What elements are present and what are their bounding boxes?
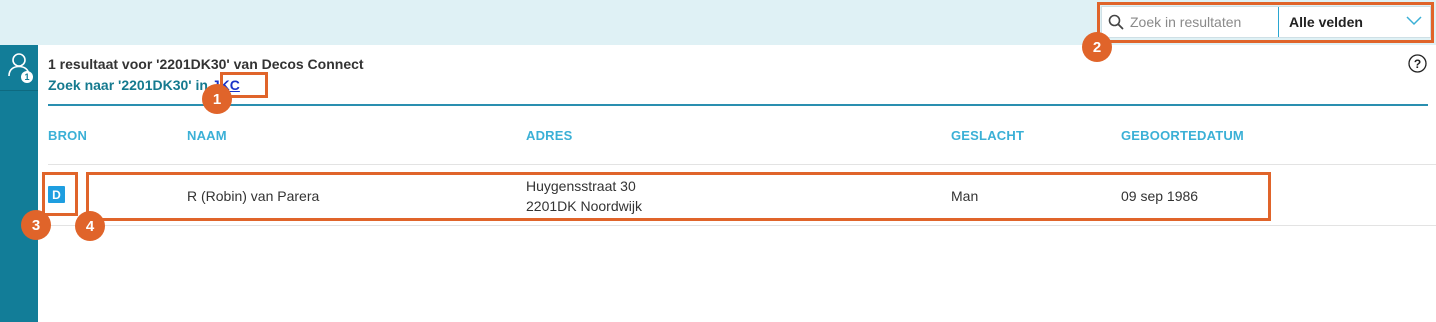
table-header-divider <box>48 164 1436 165</box>
column-header-naam[interactable]: NAAM <box>187 128 227 143</box>
annotation-marker-2: 2 <box>1082 32 1112 62</box>
search-for-prefix: Zoek naar '2201DK30' in <box>48 77 208 93</box>
column-header-geslacht[interactable]: GESLACHT <box>951 128 1024 143</box>
table-row-divider <box>48 225 1436 226</box>
annotation-box-4 <box>86 172 1271 221</box>
svg-text:?: ? <box>1414 57 1421 71</box>
annotation-box-3 <box>42 172 78 216</box>
header-divider <box>48 104 1428 106</box>
help-icon[interactable]: ? <box>1408 54 1427 73</box>
annotation-marker-4: 4 <box>75 211 105 241</box>
sidebar: 1 <box>0 45 38 322</box>
annotation-box-2 <box>1097 2 1434 43</box>
sidebar-item-user[interactable]: 1 <box>0 45 38 91</box>
user-count-badge: 1 <box>21 71 33 83</box>
annotation-marker-1: 1 <box>202 84 232 114</box>
annotation-marker-3: 3 <box>21 210 51 240</box>
column-header-bron[interactable]: BRON <box>48 128 87 143</box>
result-title: 1 resultaat voor '2201DK30' van Decos Co… <box>48 56 364 72</box>
column-header-geboortedatum[interactable]: GEBOORTEDATUM <box>1121 128 1244 143</box>
column-header-adres[interactable]: ADRES <box>526 128 573 143</box>
